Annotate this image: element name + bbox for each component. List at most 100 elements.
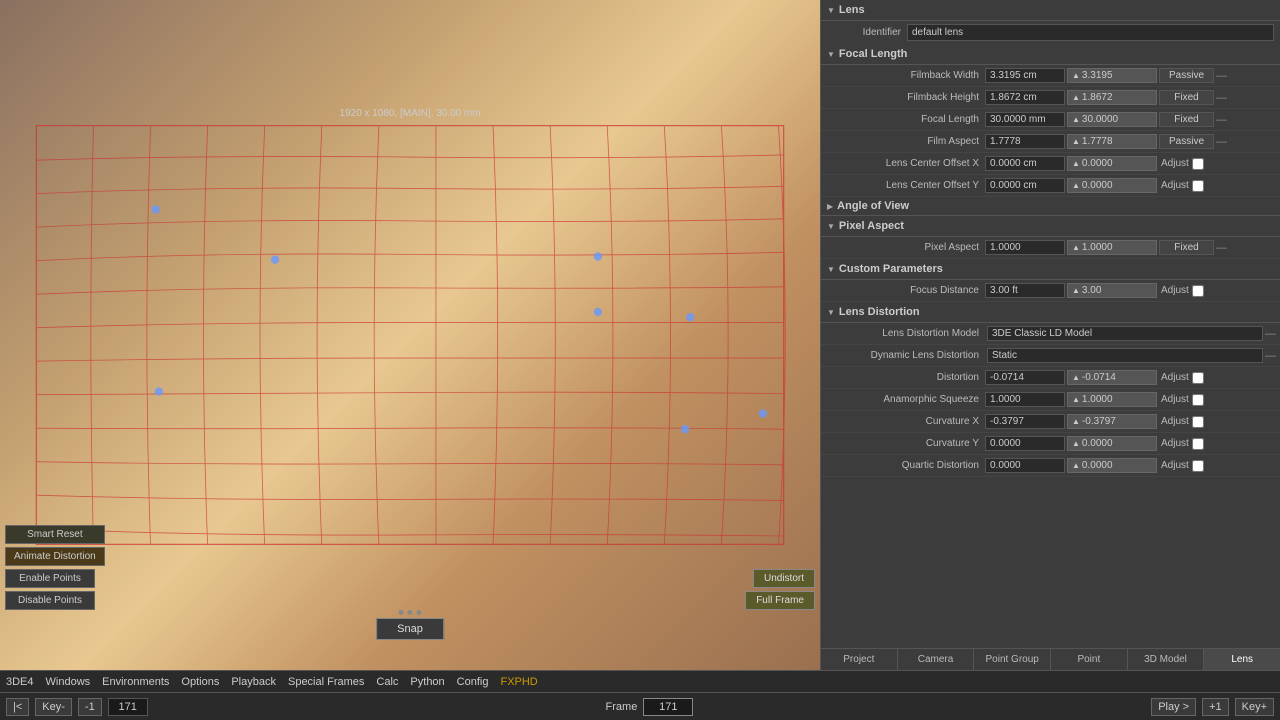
tab-lens[interactable]: Lens	[1204, 649, 1280, 670]
animate-distortion-button[interactable]: Animate Distortion	[5, 547, 105, 566]
lens-dist-model-dash: —	[1265, 328, 1276, 340]
menu-windows[interactable]: Windows	[46, 676, 91, 688]
curvature-x-value[interactable]: -0.3797	[985, 414, 1065, 429]
filmback-height-mode[interactable]: Fixed	[1159, 90, 1214, 105]
film-aspect-value[interactable]: 1.7778	[985, 134, 1065, 149]
curvature-x-slider[interactable]: ▲ -0.3797	[1067, 414, 1157, 429]
menu-special-frames[interactable]: Special Frames	[288, 676, 364, 688]
lens-header-label: Lens	[839, 4, 865, 16]
film-aspect-tri-icon: ▲	[1072, 137, 1080, 146]
curvature-y-checkbox[interactable]	[1192, 438, 1204, 450]
film-aspect-mode[interactable]: Passive	[1159, 134, 1214, 149]
quartic-row: Quartic Distortion 0.0000 ▲ 0.0000 Adjus…	[821, 455, 1280, 477]
tab-project[interactable]: Project	[821, 649, 898, 670]
menu-environments[interactable]: Environments	[102, 676, 169, 688]
full-frame-button[interactable]: Full Frame	[745, 591, 815, 610]
pixel-aspect-header[interactable]: ▼ Pixel Aspect	[821, 216, 1280, 237]
dynamic-lens-label: Dynamic Lens Distortion	[825, 350, 985, 361]
tab-3d-model[interactable]: 3D Model	[1128, 649, 1205, 670]
filmback-width-value[interactable]: 3.3195 cm	[985, 68, 1065, 83]
go-to-start-button[interactable]: |<	[6, 698, 29, 716]
focal-length-header[interactable]: ▼ Focal Length	[821, 44, 1280, 65]
tab-point-group[interactable]: Point Group	[974, 649, 1051, 670]
smart-reset-button[interactable]: Smart Reset	[5, 525, 105, 544]
quartic-value[interactable]: 0.0000	[985, 458, 1065, 473]
focus-distance-checkbox[interactable]	[1192, 285, 1204, 297]
focal-length-slider[interactable]: ▲ 30.0000	[1067, 112, 1157, 127]
tab-point[interactable]: Point	[1051, 649, 1128, 670]
disable-points-button[interactable]: Disable Points	[5, 591, 95, 610]
menu-calc[interactable]: Calc	[376, 676, 398, 688]
quartic-slider[interactable]: ▲ 0.0000	[1067, 458, 1157, 473]
curvature-y-value[interactable]: 0.0000	[985, 436, 1065, 451]
key-minus-button[interactable]: Key-	[35, 698, 72, 716]
minus-one-button[interactable]: -1	[78, 698, 102, 716]
focal-length-tri-icon: ▲	[1072, 115, 1080, 124]
lens-center-y-slider-val: 0.0000	[1082, 180, 1113, 191]
anamorphic-value[interactable]: 1.0000	[985, 392, 1065, 407]
anamorphic-checkbox[interactable]	[1192, 394, 1204, 406]
focal-length-mode[interactable]: Fixed	[1159, 112, 1214, 127]
distortion-value[interactable]: -0.0714	[985, 370, 1065, 385]
curvature-y-slider[interactable]: ▲ 0.0000	[1067, 436, 1157, 451]
pixel-aspect-slider[interactable]: ▲ 1.0000	[1067, 240, 1157, 255]
lens-distortion-header[interactable]: ▼ Lens Distortion	[821, 302, 1280, 323]
play-button[interactable]: Play >	[1151, 698, 1196, 716]
pixel-aspect-value[interactable]: 1.0000	[985, 240, 1065, 255]
distortion-checkbox[interactable]	[1192, 372, 1204, 384]
identifier-row: Identifier	[821, 21, 1280, 44]
snap-button[interactable]: Snap	[376, 618, 444, 640]
dynamic-lens-value[interactable]: Static	[987, 348, 1263, 363]
lens-center-y-checkbox[interactable]	[1192, 180, 1204, 192]
plus-one-button[interactable]: +1	[1202, 698, 1229, 716]
filmback-height-slider[interactable]: ▲ 1.8672	[1067, 90, 1157, 105]
lens-dist-model-value[interactable]: 3DE Classic LD Model	[987, 326, 1263, 341]
distortion-slider[interactable]: ▲ -0.0714	[1067, 370, 1157, 385]
quartic-checkbox[interactable]	[1192, 460, 1204, 472]
lens-center-x-slider[interactable]: ▲ 0.0000	[1067, 156, 1157, 171]
menu-python[interactable]: Python	[410, 676, 444, 688]
identifier-input[interactable]	[907, 24, 1274, 41]
focus-distance-slider-val: 3.00	[1082, 285, 1101, 296]
enable-points-button[interactable]: Enable Points	[5, 569, 95, 588]
custom-params-header[interactable]: ▼ Custom Parameters	[821, 259, 1280, 280]
lens-center-y-value[interactable]: 0.0000 cm	[985, 178, 1065, 193]
main-area: 1920 x 1080, [MAIN], 30.00 mm Smart Rese…	[0, 0, 1280, 670]
frame-value-input[interactable]	[643, 698, 693, 716]
anamorphic-slider[interactable]: ▲ 1.0000	[1067, 392, 1157, 407]
filmback-width-label: Filmback Width	[825, 70, 985, 81]
tab-camera[interactable]: Camera	[898, 649, 975, 670]
frame-number-input[interactable]	[108, 698, 148, 716]
custom-params-triangle-icon: ▼	[827, 265, 835, 274]
menu-fxphd[interactable]: FXPHD	[500, 676, 537, 688]
lens-center-x-checkbox[interactable]	[1192, 158, 1204, 170]
filmback-width-mode[interactable]: Passive	[1159, 68, 1214, 83]
focal-length-value[interactable]: 30.0000 mm	[985, 112, 1065, 127]
viewport-info: 1920 x 1080, [MAIN], 30.00 mm	[339, 108, 480, 119]
lens-section-header[interactable]: ▼ Lens	[821, 0, 1280, 21]
filmback-height-value[interactable]: 1.8672 cm	[985, 90, 1065, 105]
menu-playback[interactable]: Playback	[231, 676, 276, 688]
curvature-y-slider-val: 0.0000	[1082, 438, 1113, 449]
anamorphic-row: Anamorphic Squeeze 1.0000 ▲ 1.0000 Adjus…	[821, 389, 1280, 411]
key-plus-button[interactable]: Key+	[1235, 698, 1274, 716]
focus-distance-value[interactable]: 3.00 ft	[985, 283, 1065, 298]
lens-center-y-row: Lens Center Offset Y 0.0000 cm ▲ 0.0000 …	[821, 175, 1280, 197]
menu-3de4[interactable]: 3DE4	[6, 676, 34, 688]
film-aspect-slider[interactable]: ▲ 1.7778	[1067, 134, 1157, 149]
pixel-aspect-tri-icon: ▲	[1072, 243, 1080, 252]
lens-center-x-value[interactable]: 0.0000 cm	[985, 156, 1065, 171]
lens-center-y-slider[interactable]: ▲ 0.0000	[1067, 178, 1157, 193]
dot-1	[399, 610, 404, 615]
curvature-x-tri-icon: ▲	[1072, 417, 1080, 426]
angle-of-view-header[interactable]: ▶ Angle of View	[821, 197, 1280, 216]
undistort-button[interactable]: Undistort	[753, 569, 815, 588]
focus-distance-row: Focus Distance 3.00 ft ▲ 3.00 Adjust	[821, 280, 1280, 302]
pixel-aspect-mode[interactable]: Fixed	[1159, 240, 1214, 255]
menu-config[interactable]: Config	[457, 676, 489, 688]
filmback-width-slider[interactable]: ▲ 3.3195	[1067, 68, 1157, 83]
focus-distance-slider[interactable]: ▲ 3.00	[1067, 283, 1157, 298]
pixel-aspect-row: Pixel Aspect 1.0000 ▲ 1.0000 Fixed —	[821, 237, 1280, 259]
curvature-x-checkbox[interactable]	[1192, 416, 1204, 428]
menu-options[interactable]: Options	[181, 676, 219, 688]
